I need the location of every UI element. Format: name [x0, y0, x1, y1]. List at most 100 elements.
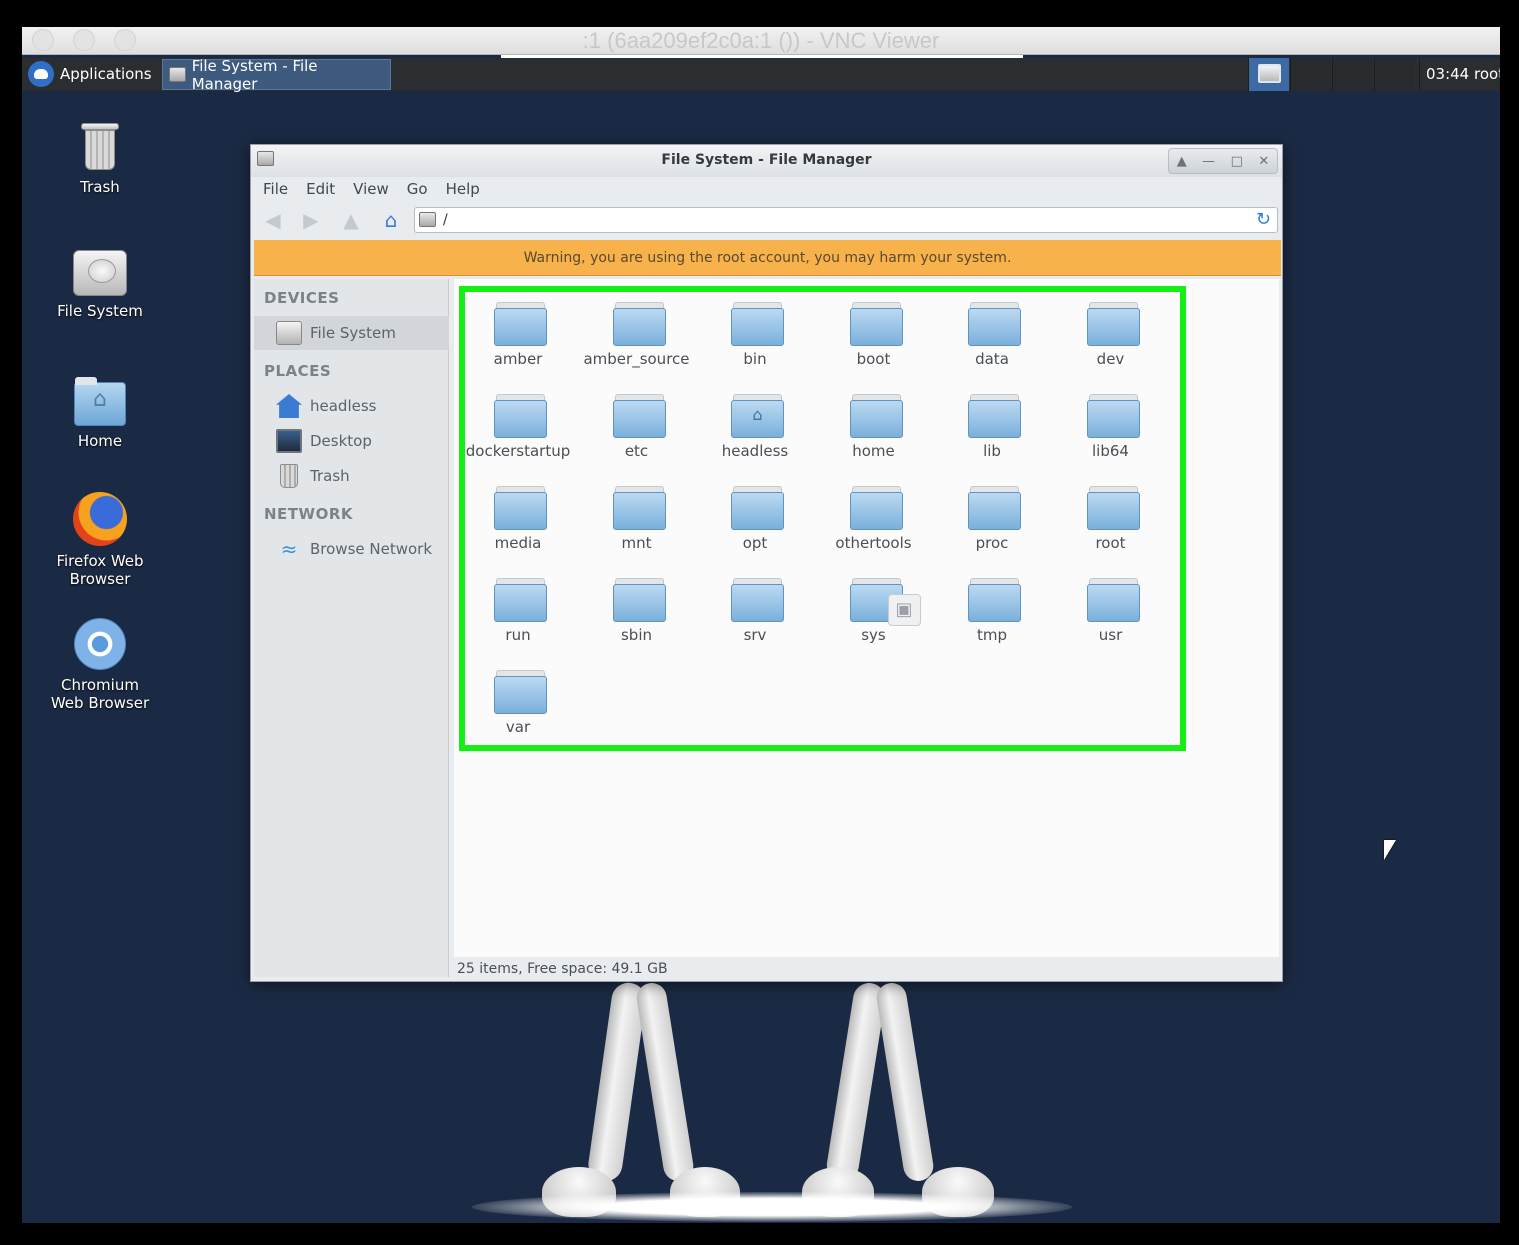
applications-menu-button[interactable]: Applications [24, 59, 156, 89]
drive-icon [276, 321, 302, 345]
desktop-icon-home[interactable]: Home [44, 377, 156, 450]
folder-var[interactable]: var [459, 657, 577, 745]
forward-button[interactable]: ▶ [297, 207, 325, 233]
folder-label: othertools [835, 534, 912, 552]
folder-label: lib64 [1092, 442, 1129, 460]
firefox-icon [73, 492, 127, 546]
folder-root[interactable]: root [1052, 473, 1170, 561]
chromium-icon [74, 618, 126, 670]
devices-heading: DEVICES [264, 289, 340, 307]
sidebar-item-file-system[interactable]: File System [254, 316, 449, 350]
home-button[interactable]: ⌂ [377, 207, 405, 233]
folder-label: mnt [621, 534, 652, 552]
folder-label: sys [861, 626, 886, 644]
home-emblem-icon: ⌂ [752, 405, 763, 424]
menu-go[interactable]: Go [400, 177, 435, 203]
folder-icon [968, 486, 1021, 530]
desktop-icon-firefox[interactable]: Firefox Web Browser [44, 492, 156, 588]
xfce-logo-icon [28, 61, 54, 87]
up-button[interactable]: ▲ [337, 207, 365, 233]
workspace-4[interactable] [1374, 58, 1415, 91]
desktop-icon-label: Trash [80, 178, 120, 196]
menu-edit[interactable]: Edit [299, 177, 342, 203]
folder-headless[interactable]: ⌂ headless [696, 381, 814, 469]
status-bar: 25 items, Free space: 49.1 GB [454, 957, 1279, 981]
roll-up-button[interactable]: ▲ [1177, 154, 1187, 169]
folder-sbin[interactable]: sbin [578, 565, 696, 653]
folder-label: run [505, 626, 531, 644]
desktop-icon-trash[interactable]: Trash [44, 120, 156, 196]
folder-mnt[interactable]: mnt [578, 473, 696, 561]
back-button[interactable]: ◀ [259, 207, 287, 233]
folder-icon [612, 578, 666, 622]
folder-proc[interactable]: proc [933, 473, 1051, 561]
folder-usr[interactable]: usr [1052, 565, 1170, 653]
folder-label: srv [743, 626, 767, 644]
sidebar-item-desktop[interactable]: Desktop [254, 424, 449, 458]
menu-view[interactable]: View [346, 177, 396, 203]
folder-data[interactable]: data [933, 289, 1051, 377]
workspace-3[interactable] [1332, 58, 1373, 91]
wallpaper-figure [472, 1192, 1072, 1222]
folder-icon [731, 302, 784, 346]
desktop-icon-file-system[interactable]: File System [44, 250, 156, 320]
folder-icon [494, 302, 547, 346]
folder-label: tmp [976, 626, 1007, 644]
folder-dockerstartup[interactable]: dockerstartup [459, 381, 577, 469]
close-button[interactable]: ✕ [1258, 154, 1269, 169]
desktop-icon-chromium[interactable]: Chromium Web Browser [44, 618, 156, 712]
folder-run[interactable]: run [459, 565, 577, 653]
sidebar-item-label: headless [310, 397, 377, 415]
folder-home[interactable]: home [815, 381, 933, 469]
folder-icon: ⌂ [731, 394, 784, 438]
folder-lib64[interactable]: lib64 [1052, 381, 1170, 469]
taskbar-item-label: File System - File Manager [191, 56, 318, 93]
drive-icon [73, 250, 127, 296]
sidebar-item-headless[interactable]: headless [254, 389, 449, 423]
workspace-2[interactable] [1290, 58, 1331, 91]
folder-etc[interactable]: etc [578, 381, 696, 469]
folder-sys[interactable]: ▣ sys [815, 565, 933, 653]
folder-label: headless [721, 442, 789, 460]
folder-icon [849, 302, 903, 346]
desktop-icon-label: File System [57, 302, 143, 320]
folder-view[interactable]: amber amber_source bin boot data dev dockersta… [454, 279, 1279, 957]
folder-opt[interactable]: opt [696, 473, 814, 561]
folder-label: amber [493, 350, 543, 368]
folder-lib[interactable]: lib [933, 381, 1051, 469]
sidebar-item-label: File System [310, 324, 396, 342]
home-folder-icon [74, 377, 126, 426]
folder-label: dockerstartup [465, 442, 571, 460]
location-bar[interactable]: / ↻ [414, 207, 1278, 233]
file-manager-window: File System - File Manager ▲ — □ ✕ File … [250, 144, 1283, 982]
folder-media[interactable]: media [459, 473, 577, 561]
sidebar-item-label: Browse Network [310, 540, 433, 558]
menu-help[interactable]: Help [439, 177, 487, 203]
folder-icon [968, 394, 1021, 438]
folder-dev[interactable]: dev [1052, 289, 1170, 377]
folder-bin[interactable]: bin [696, 289, 814, 377]
sidebar-item-browse-network[interactable]: ≈ Browse Network [254, 532, 449, 566]
folder-srv[interactable]: srv [696, 565, 814, 653]
folder-amber[interactable]: amber [459, 289, 577, 377]
folder-label: boot [856, 350, 891, 368]
folder-othertools[interactable]: othertools [815, 473, 933, 561]
sidebar-item-trash[interactable]: Trash [254, 459, 449, 493]
file-manager-titlebar[interactable]: File System - File Manager ▲ — □ ✕ [251, 145, 1282, 177]
reload-icon[interactable]: ↻ [1256, 209, 1271, 230]
wallpaper-figure [874, 980, 936, 1184]
workspace-1[interactable] [1248, 58, 1289, 91]
taskbar-item-file-manager[interactable]: File System - File Manager [162, 56, 391, 93]
maximize-button[interactable]: □ [1231, 154, 1243, 169]
panel-clock[interactable]: 03:44 root [1419, 58, 1500, 91]
menu-file[interactable]: File [256, 177, 295, 203]
folder-boot[interactable]: boot [815, 289, 933, 377]
user-name: root [1474, 65, 1500, 83]
vnc-titlebar: :1 (6aa209ef2c0a:1 ()) - VNC Viewer [22, 27, 1500, 55]
minimize-button[interactable]: — [1202, 154, 1215, 169]
folder-tmp[interactable]: tmp [933, 565, 1051, 653]
folder-label: data [975, 350, 1009, 368]
folder-icon [968, 578, 1021, 622]
folder-icon [494, 486, 547, 530]
folder-amber-source[interactable]: amber_source [578, 289, 696, 377]
